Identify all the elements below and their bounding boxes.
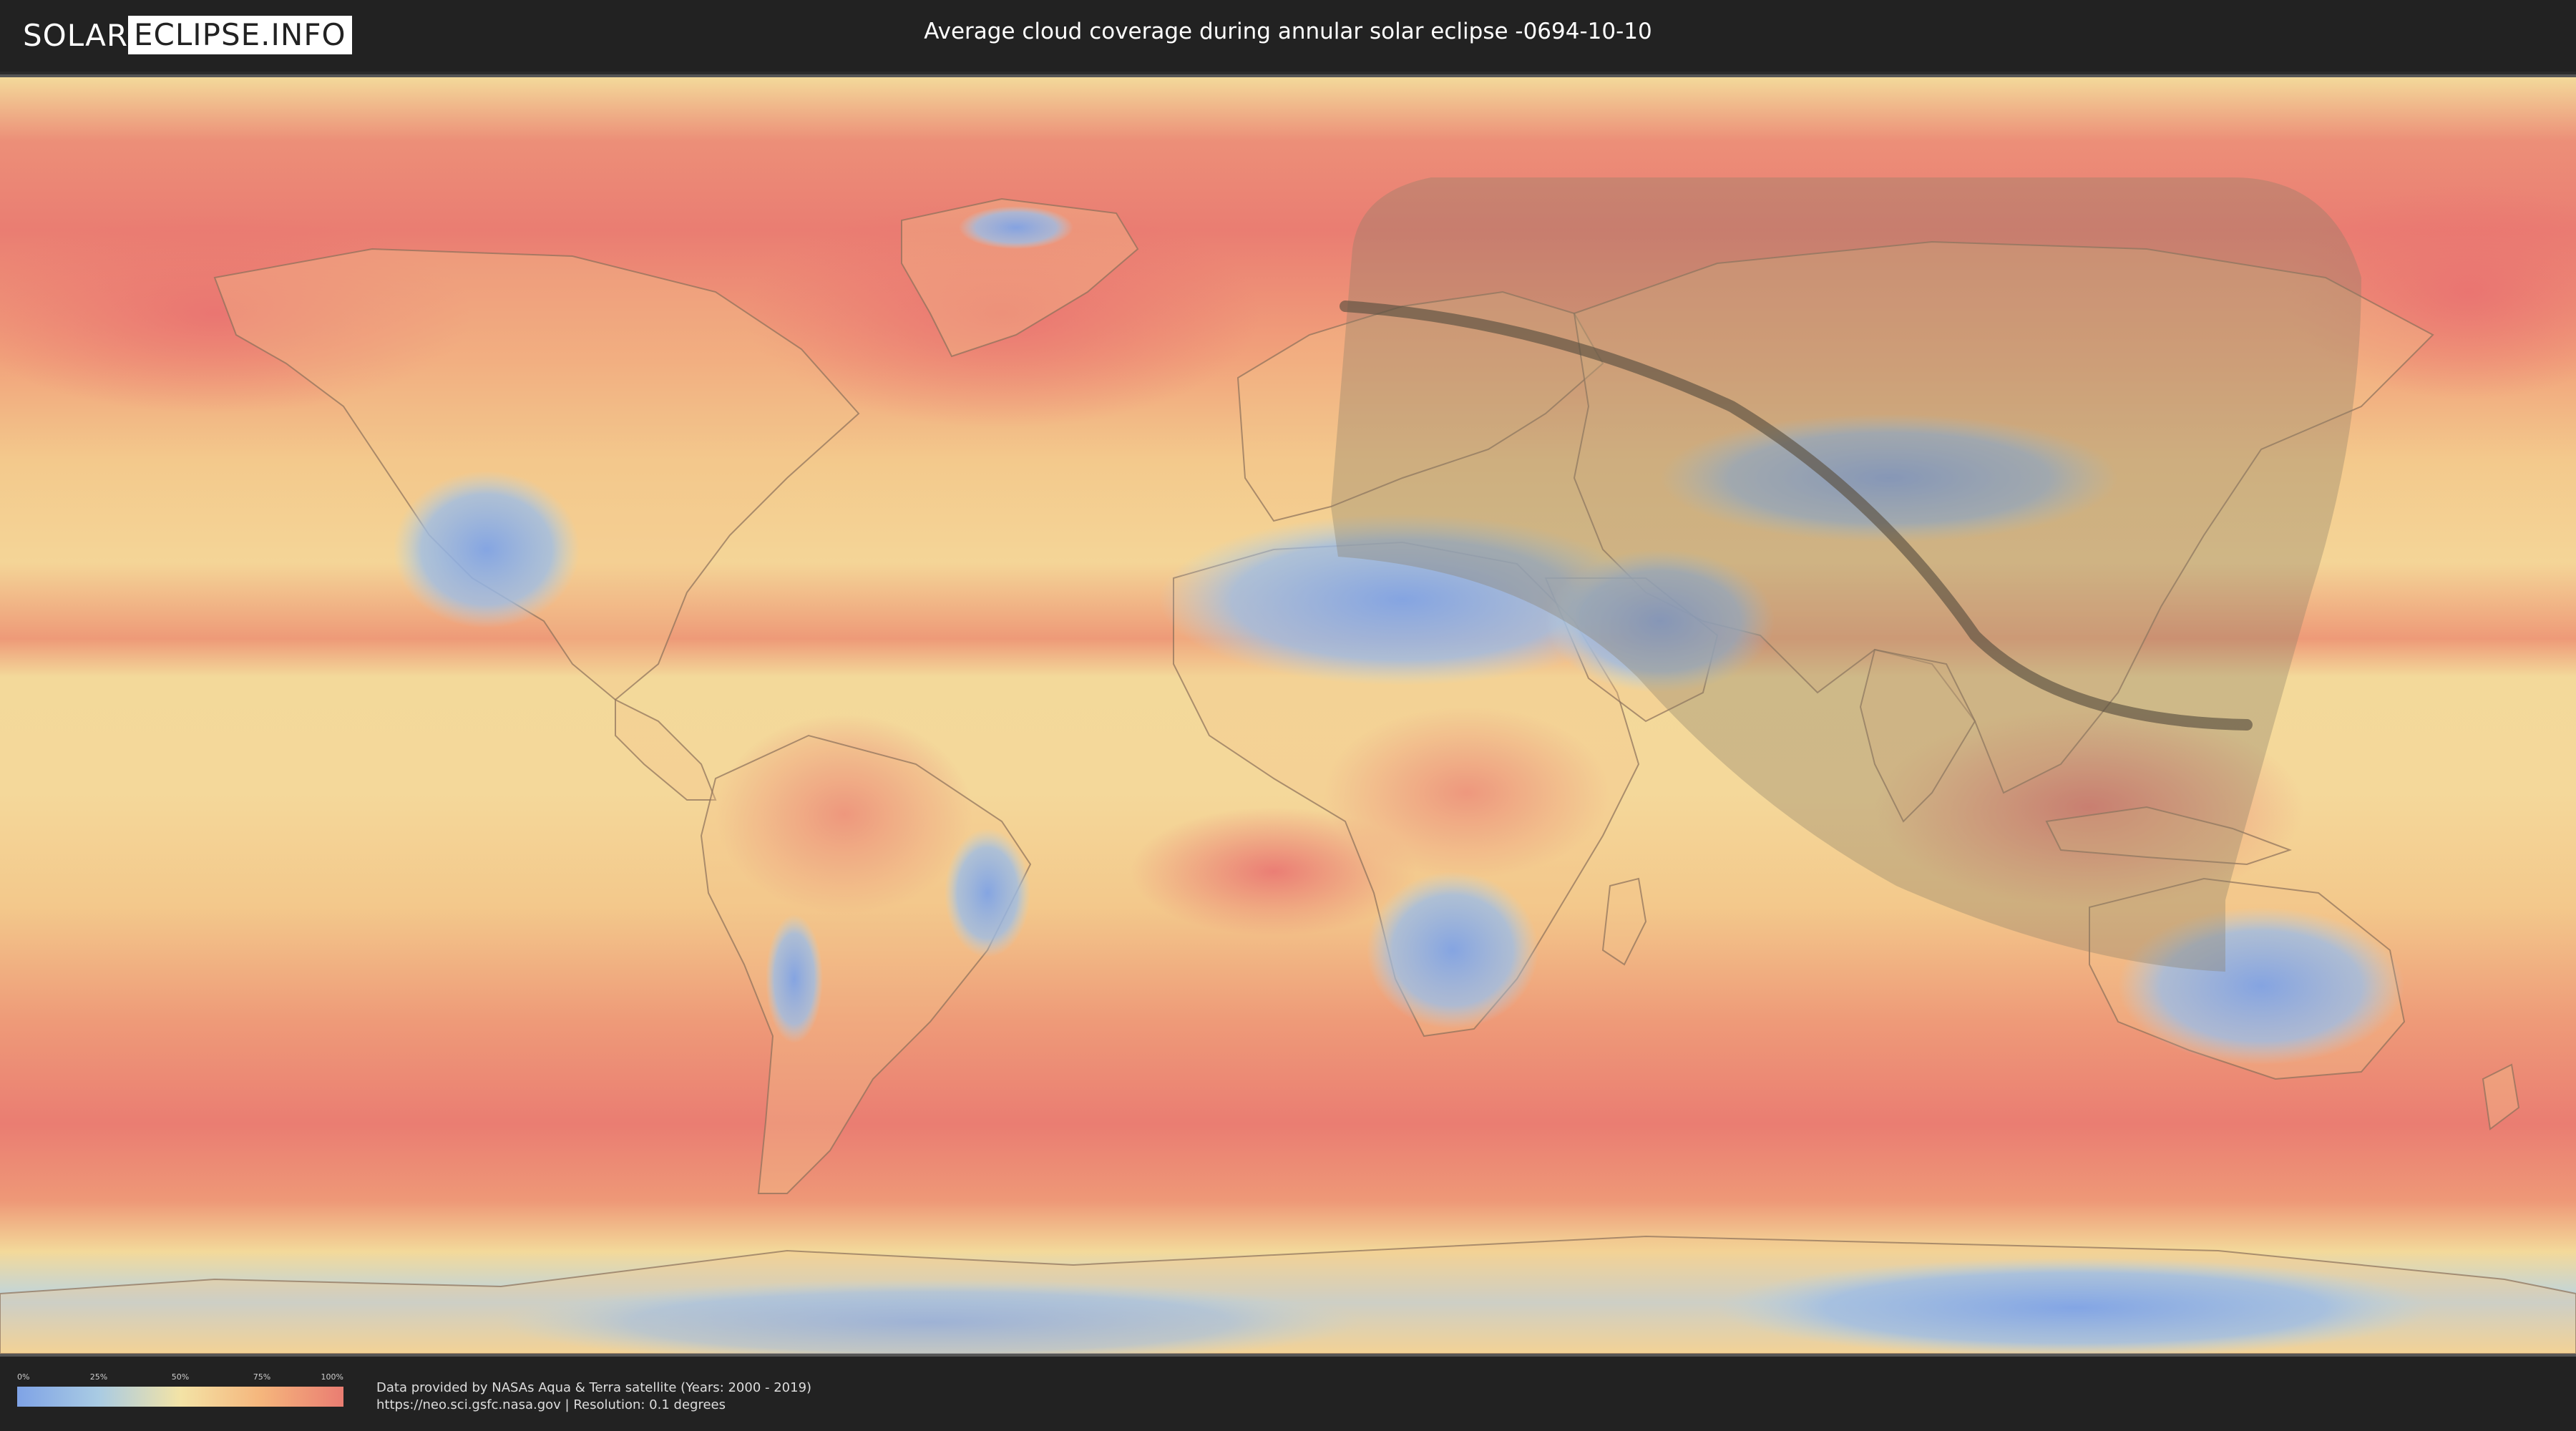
legend-tick-100: 100% xyxy=(321,1372,343,1382)
legend-ticks: 0% 25% 50% 75% 100% xyxy=(17,1372,343,1384)
cloud-coverage-map[interactable] xyxy=(0,74,2576,1357)
source-line-2: https://neo.sci.gsfc.nasa.gov | Resoluti… xyxy=(376,1397,726,1412)
legend-tick-50: 50% xyxy=(171,1372,190,1382)
clear-region-atacama xyxy=(766,914,823,1043)
legend-tick-25: 25% xyxy=(89,1372,108,1382)
clear-region-antarctica-east xyxy=(1717,1258,2433,1354)
source-line-1: Data provided by NASAs Aqua & Terra sate… xyxy=(376,1380,812,1395)
clear-region-greenland xyxy=(959,206,1073,249)
clear-region-southern-africa xyxy=(1367,871,1538,1029)
page-title: Average cloud coverage during annular so… xyxy=(924,19,1652,44)
legend-tick-75: 75% xyxy=(253,1372,271,1382)
world-map-svg xyxy=(0,77,2576,1354)
clear-region-sw-usa xyxy=(394,471,580,628)
clear-region-brazil xyxy=(945,829,1030,957)
legend-color-bar xyxy=(17,1387,343,1407)
header-bar: SOLAR ECLIPSE.INFO Average cloud coverag… xyxy=(0,0,2576,72)
cloud-coverage-legend: 0% 25% 50% 75% 100% xyxy=(17,1372,343,1415)
footer-bar: 0% 25% 50% 75% 100% Data provided by NAS… xyxy=(0,1357,2576,1431)
legend-tick-0: 0% xyxy=(17,1372,30,1382)
data-source-text: Data provided by NASAs Aqua & Terra sate… xyxy=(376,1379,811,1414)
